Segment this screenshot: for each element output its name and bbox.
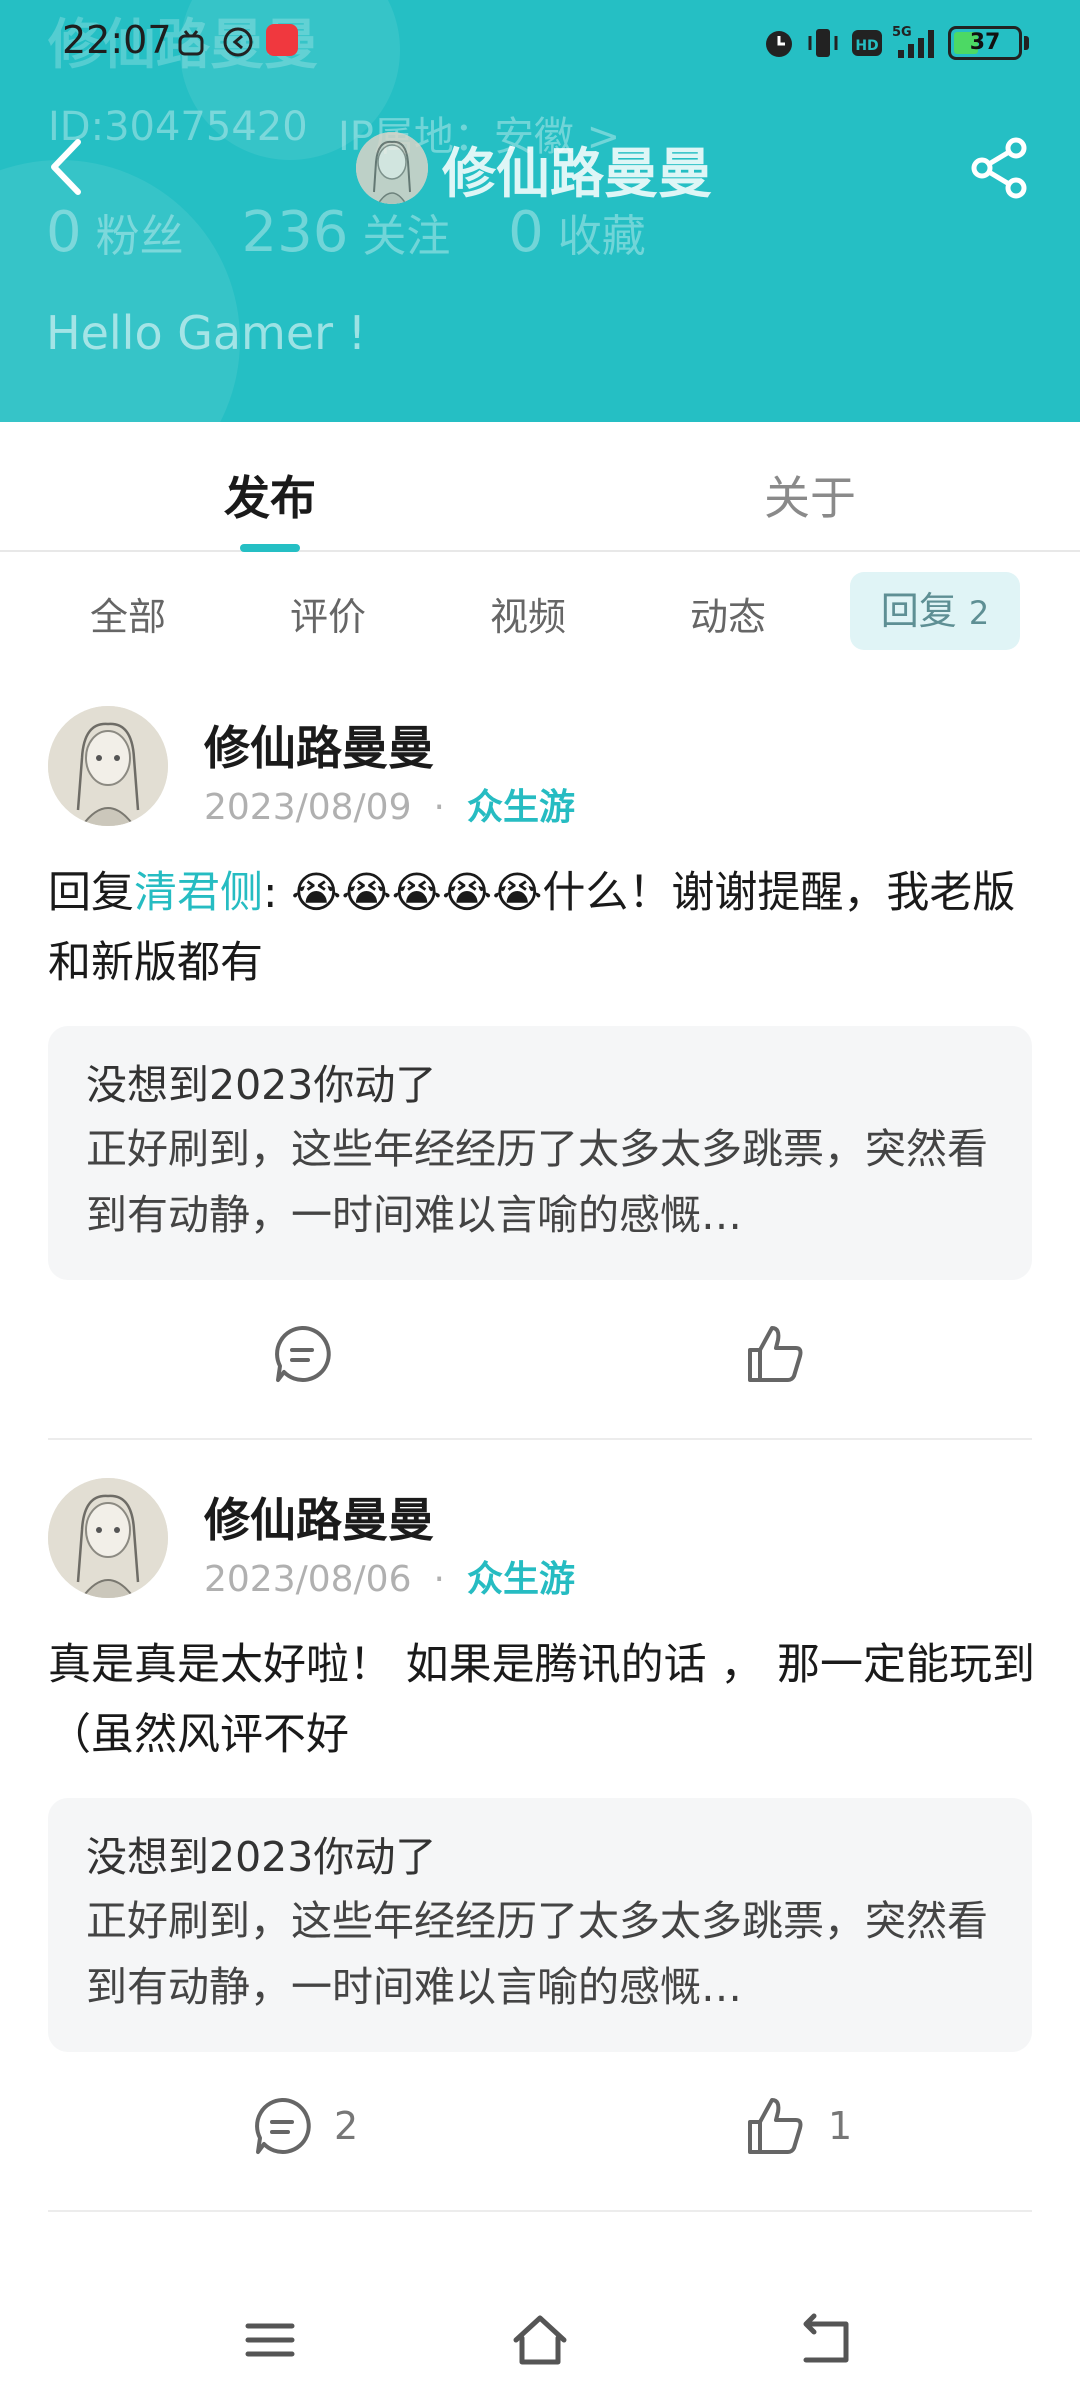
quote-body: 正好刷到，这些年经经历了太多太多跳票，突然看到有动静，一时间难以言喻的感慨… <box>86 1897 988 2011</box>
avatar-sketch-icon <box>356 132 428 204</box>
profile-bio: Hello Gamer ! <box>46 306 367 360</box>
fans-count: 0 <box>46 200 82 265</box>
filter-reviews[interactable]: 评价 <box>248 586 408 641</box>
like-button[interactable]: 1 <box>744 2094 852 2158</box>
avatar[interactable] <box>48 1478 168 1598</box>
source-tag[interactable]: 众生游 <box>467 787 575 828</box>
avatar-sketch-icon <box>48 706 168 826</box>
comment-button[interactable]: 2 <box>250 2094 358 2158</box>
page-title: 修仙路曼曼 <box>442 141 712 205</box>
favorites-count: 0 <box>508 200 544 265</box>
svg-text:5G: 5G <box>892 25 912 40</box>
post-actions: 2 1 <box>0 2094 1080 2174</box>
comment-icon <box>275 1325 331 1382</box>
post-date: 2023/08/09 <box>204 787 412 828</box>
meta-separator: · <box>433 1559 445 1600</box>
meta-separator: · <box>433 787 445 828</box>
comment-icon <box>255 2097 311 2154</box>
hd-icon: HD <box>852 30 882 56</box>
home-icon[interactable] <box>510 2310 570 2370</box>
menu-icon[interactable] <box>240 2310 300 2370</box>
following-label: 关注 <box>362 211 451 262</box>
post-item: 修仙路曼曼 2023/08/06 · 众生游 真是真是太好啦！ 如果是腾讯的话 ， … <box>0 1478 1080 2218</box>
author-name[interactable]: 修仙路曼曼 <box>204 712 434 778</box>
avatar[interactable] <box>48 706 168 826</box>
alarm-icon <box>766 31 792 57</box>
app-notification-icon <box>223 27 253 57</box>
status-bar: 22:07 HD 5G 37 <box>0 0 1080 84</box>
notification-icon <box>178 30 204 56</box>
post-meta: 2023/08/09 · 众生游 <box>204 778 575 830</box>
system-navigation-bar <box>0 2280 1080 2400</box>
comment-button[interactable] <box>270 1322 354 1386</box>
like-count: 1 <box>828 2104 853 2148</box>
tab-publish[interactable]: 发布 <box>170 462 370 528</box>
post-content[interactable]: 真是真是太好啦！ 如果是腾讯的话 ， 那一定能玩到（虽然风评不好 <box>48 1630 1038 1770</box>
5g-signal-icon: 5G <box>892 25 934 58</box>
thumbs-up-icon <box>748 1326 803 1382</box>
tab-about[interactable]: 关于 <box>710 462 910 528</box>
reply-prefix: 回复 <box>48 868 134 918</box>
like-button[interactable] <box>744 1322 828 1386</box>
filter-chips: 全部 评价 视频 动态 回复 2 <box>0 552 1080 672</box>
main-tabs: 发布 关于 <box>0 422 1080 552</box>
title-avatar <box>356 132 428 204</box>
back-icon[interactable] <box>796 2310 856 2370</box>
filter-videos[interactable]: 视频 <box>448 586 608 641</box>
filter-replies-label: 回复 <box>880 589 957 633</box>
mention-suffix: : <box>263 868 278 918</box>
share-button[interactable] <box>968 136 1032 200</box>
mention-link[interactable]: 清君侧 <box>134 868 263 918</box>
comment-count: 2 <box>334 2104 359 2148</box>
profile-stats: 0 粉丝 236 关注 0 收藏 <box>46 200 686 265</box>
post-meta: 2023/08/06 · 众生游 <box>204 1550 575 1602</box>
quote-title: 没想到2023你动了 <box>86 1061 437 1109</box>
header-title: 修仙路曼曼 <box>356 128 712 208</box>
back-button[interactable] <box>40 136 96 198</box>
post-actions <box>0 1322 1080 1402</box>
post-divider <box>48 2210 1032 2212</box>
avatar-sketch-icon <box>48 1478 168 1598</box>
quote-body: 正好刷到，这些年经经历了太多太多跳票，突然看到有动静，一时间难以言喻的感慨… <box>86 1125 988 1239</box>
fans-label: 粉丝 <box>95 211 184 262</box>
vibrate-icon <box>808 29 838 57</box>
thumbs-up-icon <box>748 2098 803 2154</box>
post-item: 修仙路曼曼 2023/08/09 · 众生游 回复清君侧: 😭😭😭😭😭什么！谢谢提醒… <box>0 706 1080 1440</box>
filter-replies-count: 2 <box>968 594 990 632</box>
emoji-crying: 😭😭😭😭😭 <box>291 868 543 918</box>
battery-tip <box>1024 36 1029 50</box>
battery-percent: 37 <box>969 30 1001 55</box>
tab-indicator <box>240 544 300 552</box>
post-content[interactable]: 回复清君侧: 😭😭😭😭😭什么！谢谢提醒，我老版和新版都有 <box>48 858 1038 998</box>
battery-icon: 37 <box>948 26 1022 60</box>
status-time: 22:07 <box>62 18 172 62</box>
filter-all[interactable]: 全部 <box>48 586 208 641</box>
profile-header: 修仙路曼曼 ID:30475420 IP属地：安徽 > 0 粉丝 236 关注 0收… <box>0 0 1080 422</box>
filter-moments[interactable]: 动态 <box>648 586 808 641</box>
following-count: 236 <box>241 200 349 265</box>
filter-replies[interactable]: 回复 2 <box>850 572 1020 650</box>
app-badge-icon <box>266 24 298 56</box>
quoted-post[interactable]: 没想到2023你动了 正好刷到，这些年经经历了太多太多跳票，突然看到有动静，一时… <box>48 1798 1032 2052</box>
author-name[interactable]: 修仙路曼曼 <box>204 1484 434 1550</box>
favorites-label: 收藏 <box>557 211 646 262</box>
quoted-post[interactable]: 没想到2023你动了 正好刷到，这些年经经历了太多太多跳票，突然看到有动静，一时… <box>48 1026 1032 1280</box>
quote-title: 没想到2023你动了 <box>86 1833 437 1881</box>
post-divider <box>48 1438 1032 1440</box>
svg-text:HD: HD <box>855 38 878 54</box>
source-tag[interactable]: 众生游 <box>467 1559 575 1600</box>
post-date: 2023/08/06 <box>204 1559 412 1600</box>
